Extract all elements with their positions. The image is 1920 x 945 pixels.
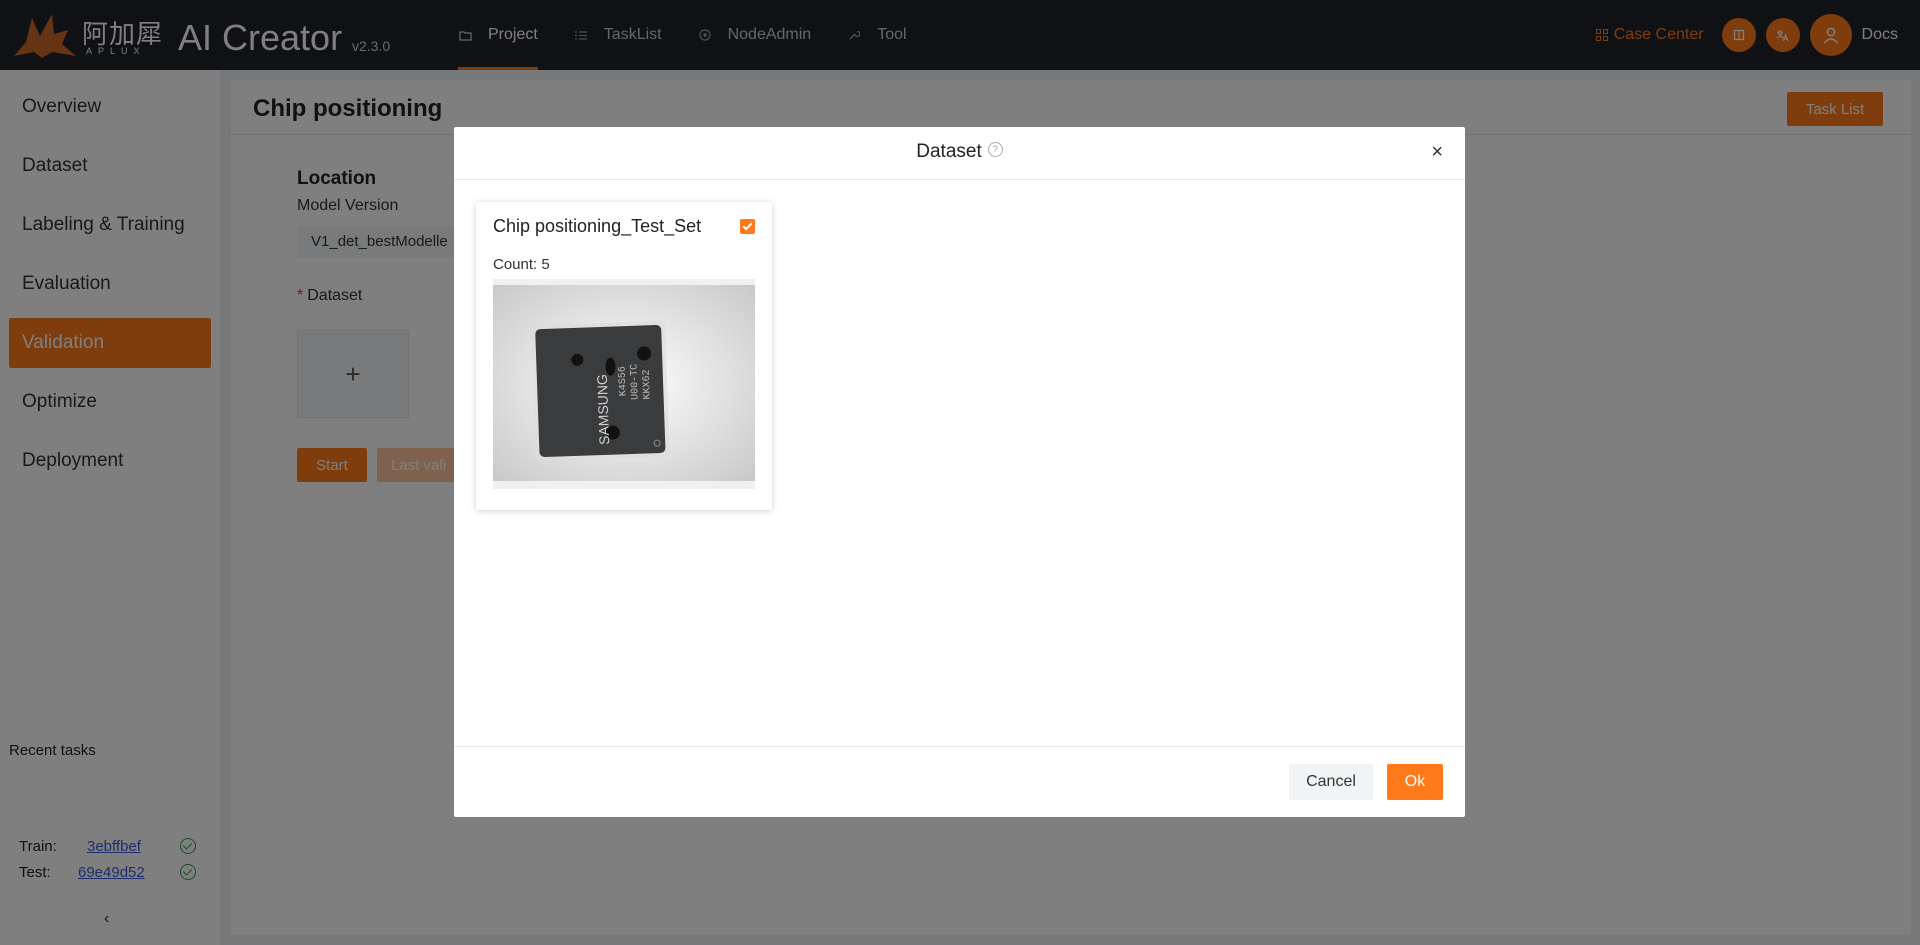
svg-text:U00-TC: U00-TC bbox=[629, 364, 641, 400]
help-icon[interactable]: ? bbox=[987, 142, 1003, 158]
dataset-card-checkbox[interactable] bbox=[740, 219, 755, 234]
svg-text:K4S56: K4S56 bbox=[618, 366, 630, 396]
ok-button[interactable]: Ok bbox=[1387, 764, 1443, 800]
dataset-modal: Dataset? × Chip positioning_Test_Set Cou… bbox=[454, 127, 1465, 817]
dataset-card[interactable]: Chip positioning_Test_Set Count: 5 SAMSU… bbox=[476, 202, 772, 510]
close-icon[interactable]: × bbox=[1431, 141, 1443, 164]
modal-footer: Cancel Ok bbox=[454, 746, 1465, 817]
cancel-button[interactable]: Cancel bbox=[1289, 764, 1373, 800]
chip-thumbnail-image: SAMSUNG K4S56 U00-TC KKX62 bbox=[493, 285, 755, 481]
modal-title: Dataset? bbox=[454, 141, 1465, 163]
svg-text:KKX62: KKX62 bbox=[642, 369, 654, 399]
modal-header: Dataset? × bbox=[454, 127, 1465, 180]
chip-label-text: SAMSUNG bbox=[594, 374, 612, 445]
dataset-card-count: Count: 5 bbox=[493, 256, 550, 273]
dataset-card-title: Chip positioning_Test_Set bbox=[493, 216, 702, 236]
modal-title-text: Dataset bbox=[916, 141, 982, 162]
dataset-thumbnail-frame: SAMSUNG K4S56 U00-TC KKX62 bbox=[493, 279, 755, 489]
